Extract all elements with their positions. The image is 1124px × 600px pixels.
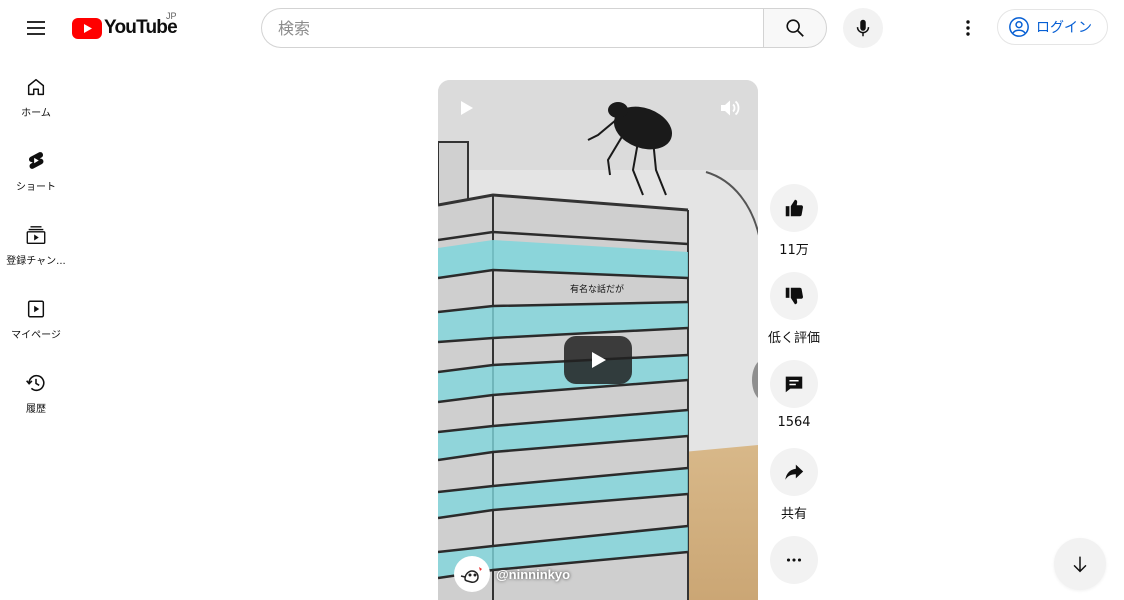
more-actions-button[interactable] (770, 536, 818, 584)
channel-avatar[interactable] (454, 556, 490, 592)
large-play-button[interactable] (564, 336, 632, 384)
arrow-down-icon (1073, 556, 1087, 573)
more-horizontal-icon (786, 558, 802, 562)
login-label: ログイン (1036, 20, 1092, 36)
search-input[interactable] (278, 18, 747, 38)
thumbs-down-icon (785, 287, 804, 305)
login-button[interactable]: ログイン (997, 9, 1108, 45)
sidebar-item-history[interactable]: 履歴 (4, 352, 68, 426)
sidebar-item-label: ショート (16, 182, 56, 193)
settings-more-button[interactable] (948, 8, 988, 48)
video-caption: 有名な話だが (570, 285, 625, 295)
search-icon (786, 19, 804, 37)
dislike-button[interactable] (770, 272, 818, 320)
microphone-icon (856, 19, 870, 37)
search-box (261, 8, 763, 48)
channel-handle[interactable]: @ninninkyo (496, 567, 570, 582)
comment-count: 1564 (777, 415, 811, 430)
sidebar-item-library[interactable]: マイページ (4, 278, 68, 352)
hamburger-icon (27, 21, 45, 35)
sidebar-item-home[interactable]: ホーム (4, 56, 68, 130)
more-actions (766, 536, 822, 584)
share-button[interactable] (770, 448, 818, 496)
volume-icon[interactable] (718, 96, 742, 120)
shorts-icon (28, 152, 44, 169)
history-icon (26, 374, 45, 392)
more-vertical-icon (966, 20, 970, 36)
like-action: 11万 (766, 184, 822, 258)
share-label: 共有 (780, 507, 807, 522)
like-button[interactable] (770, 184, 818, 232)
thumbs-up-icon (785, 199, 804, 217)
sidebar-item-label: 登録チャン... (6, 256, 66, 267)
shorts-video-player[interactable]: 有名な話だが @ninninkyo (438, 80, 758, 600)
sidebar-item-subscriptions[interactable]: 登録チャン... (4, 204, 68, 278)
masthead: YouTube JP ログイン (0, 0, 1124, 56)
search-button[interactable] (763, 8, 827, 48)
comments-action: 1564 (766, 360, 822, 430)
guide-menu-button[interactable] (16, 8, 56, 48)
account-circle-icon (1009, 17, 1029, 37)
youtube-logo[interactable]: YouTube (72, 16, 178, 40)
sidebar-item-label: 履歴 (26, 404, 46, 415)
home-icon (27, 78, 45, 96)
channel-avatar-image (458, 560, 486, 588)
dislike-action: 低く評価 (766, 272, 822, 346)
voice-search-button[interactable] (843, 8, 883, 48)
comments-button[interactable] (770, 360, 818, 408)
channel-info: @ninninkyo (454, 556, 570, 592)
sidebar-item-shorts[interactable]: ショート (4, 130, 68, 204)
sidebar-item-label: マイページ (11, 330, 61, 341)
play-icon (592, 352, 606, 368)
youtube-play-logo-icon (72, 17, 102, 39)
like-count: 11万 (779, 243, 809, 258)
comment-icon (785, 376, 803, 393)
subscriptions-icon (26, 226, 46, 244)
play-icon[interactable] (454, 96, 478, 120)
dislike-label: 低く評価 (767, 331, 820, 346)
region-code: JP (166, 11, 177, 21)
share-icon (785, 464, 804, 480)
sidebar-item-label: ホーム (21, 108, 51, 119)
next-video-button[interactable] (1054, 538, 1106, 590)
library-icon (27, 300, 45, 318)
share-action: 共有 (766, 448, 822, 522)
